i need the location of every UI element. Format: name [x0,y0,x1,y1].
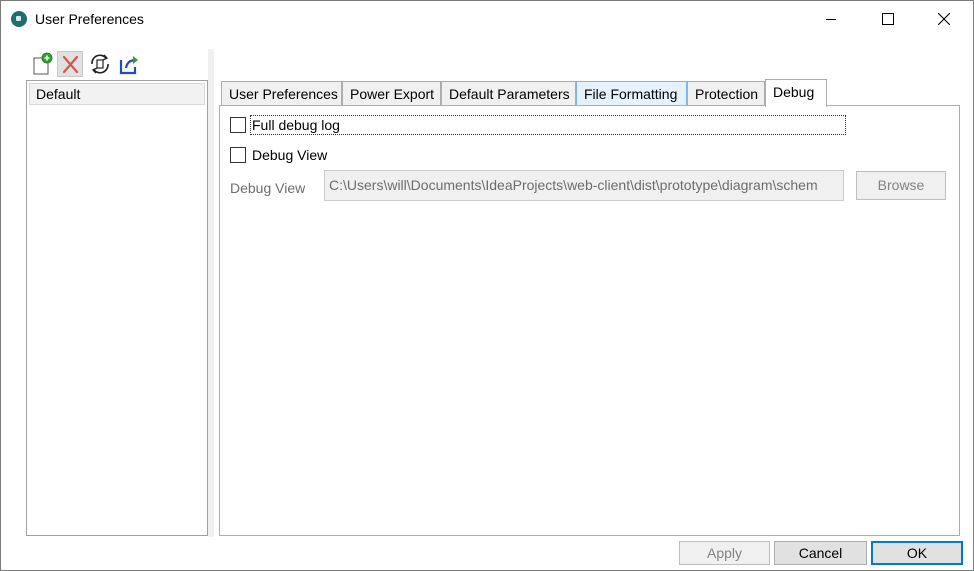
tab-debug[interactable]: Debug [765,79,827,107]
debug-view-checkbox[interactable] [230,147,246,163]
full-debug-log-checkbox[interactable] [230,117,246,133]
full-debug-log-label: Full debug log [252,117,340,133]
new-preference-button[interactable] [29,51,55,77]
tab-default-parameters[interactable]: Default Parameters [441,81,576,106]
tab-protection[interactable]: Protection [687,81,765,106]
list-item-default[interactable]: Default [29,83,205,105]
cancel-button[interactable]: Cancel [774,541,867,565]
debug-view-label: Debug View [252,147,328,163]
close-button[interactable] [919,1,965,37]
app-icon [11,11,27,27]
maximize-button[interactable] [863,1,909,37]
debug-view-path-field[interactable]: C:\Users\will\Documents\IdeaProjects\web… [324,170,844,201]
close-icon [938,13,950,25]
ok-button[interactable]: OK [871,541,963,565]
export-icon [119,56,138,75]
title-bar[interactable]: User Preferences [1,1,973,37]
debug-view-path-label: Debug View [230,180,306,196]
export-preference-button[interactable] [117,51,143,77]
tab-power-export[interactable]: Power Export [342,81,441,106]
user-preferences-window: User Preferences Default User Preference… [0,0,974,571]
panel-splitter[interactable] [208,49,214,537]
window-title: User Preferences [35,11,144,27]
tab-file-formatting[interactable]: File Formatting [576,81,687,106]
tab-user-preferences[interactable]: User Preferences [221,81,342,106]
full-debug-log-option[interactable]: Full debug log [230,115,846,135]
minimize-button[interactable] [787,1,836,37]
refresh-icon [91,54,109,74]
debug-tab-panel: Full debug log Debug View Debug View C:\… [219,105,960,536]
browse-button[interactable]: Browse [856,171,946,200]
delete-icon [62,55,79,74]
apply-button[interactable]: Apply [679,541,770,565]
refresh-preference-button[interactable] [87,51,113,77]
delete-preference-button[interactable] [57,51,83,77]
preferences-list: Default [26,80,208,536]
new-document-icon [33,52,53,75]
